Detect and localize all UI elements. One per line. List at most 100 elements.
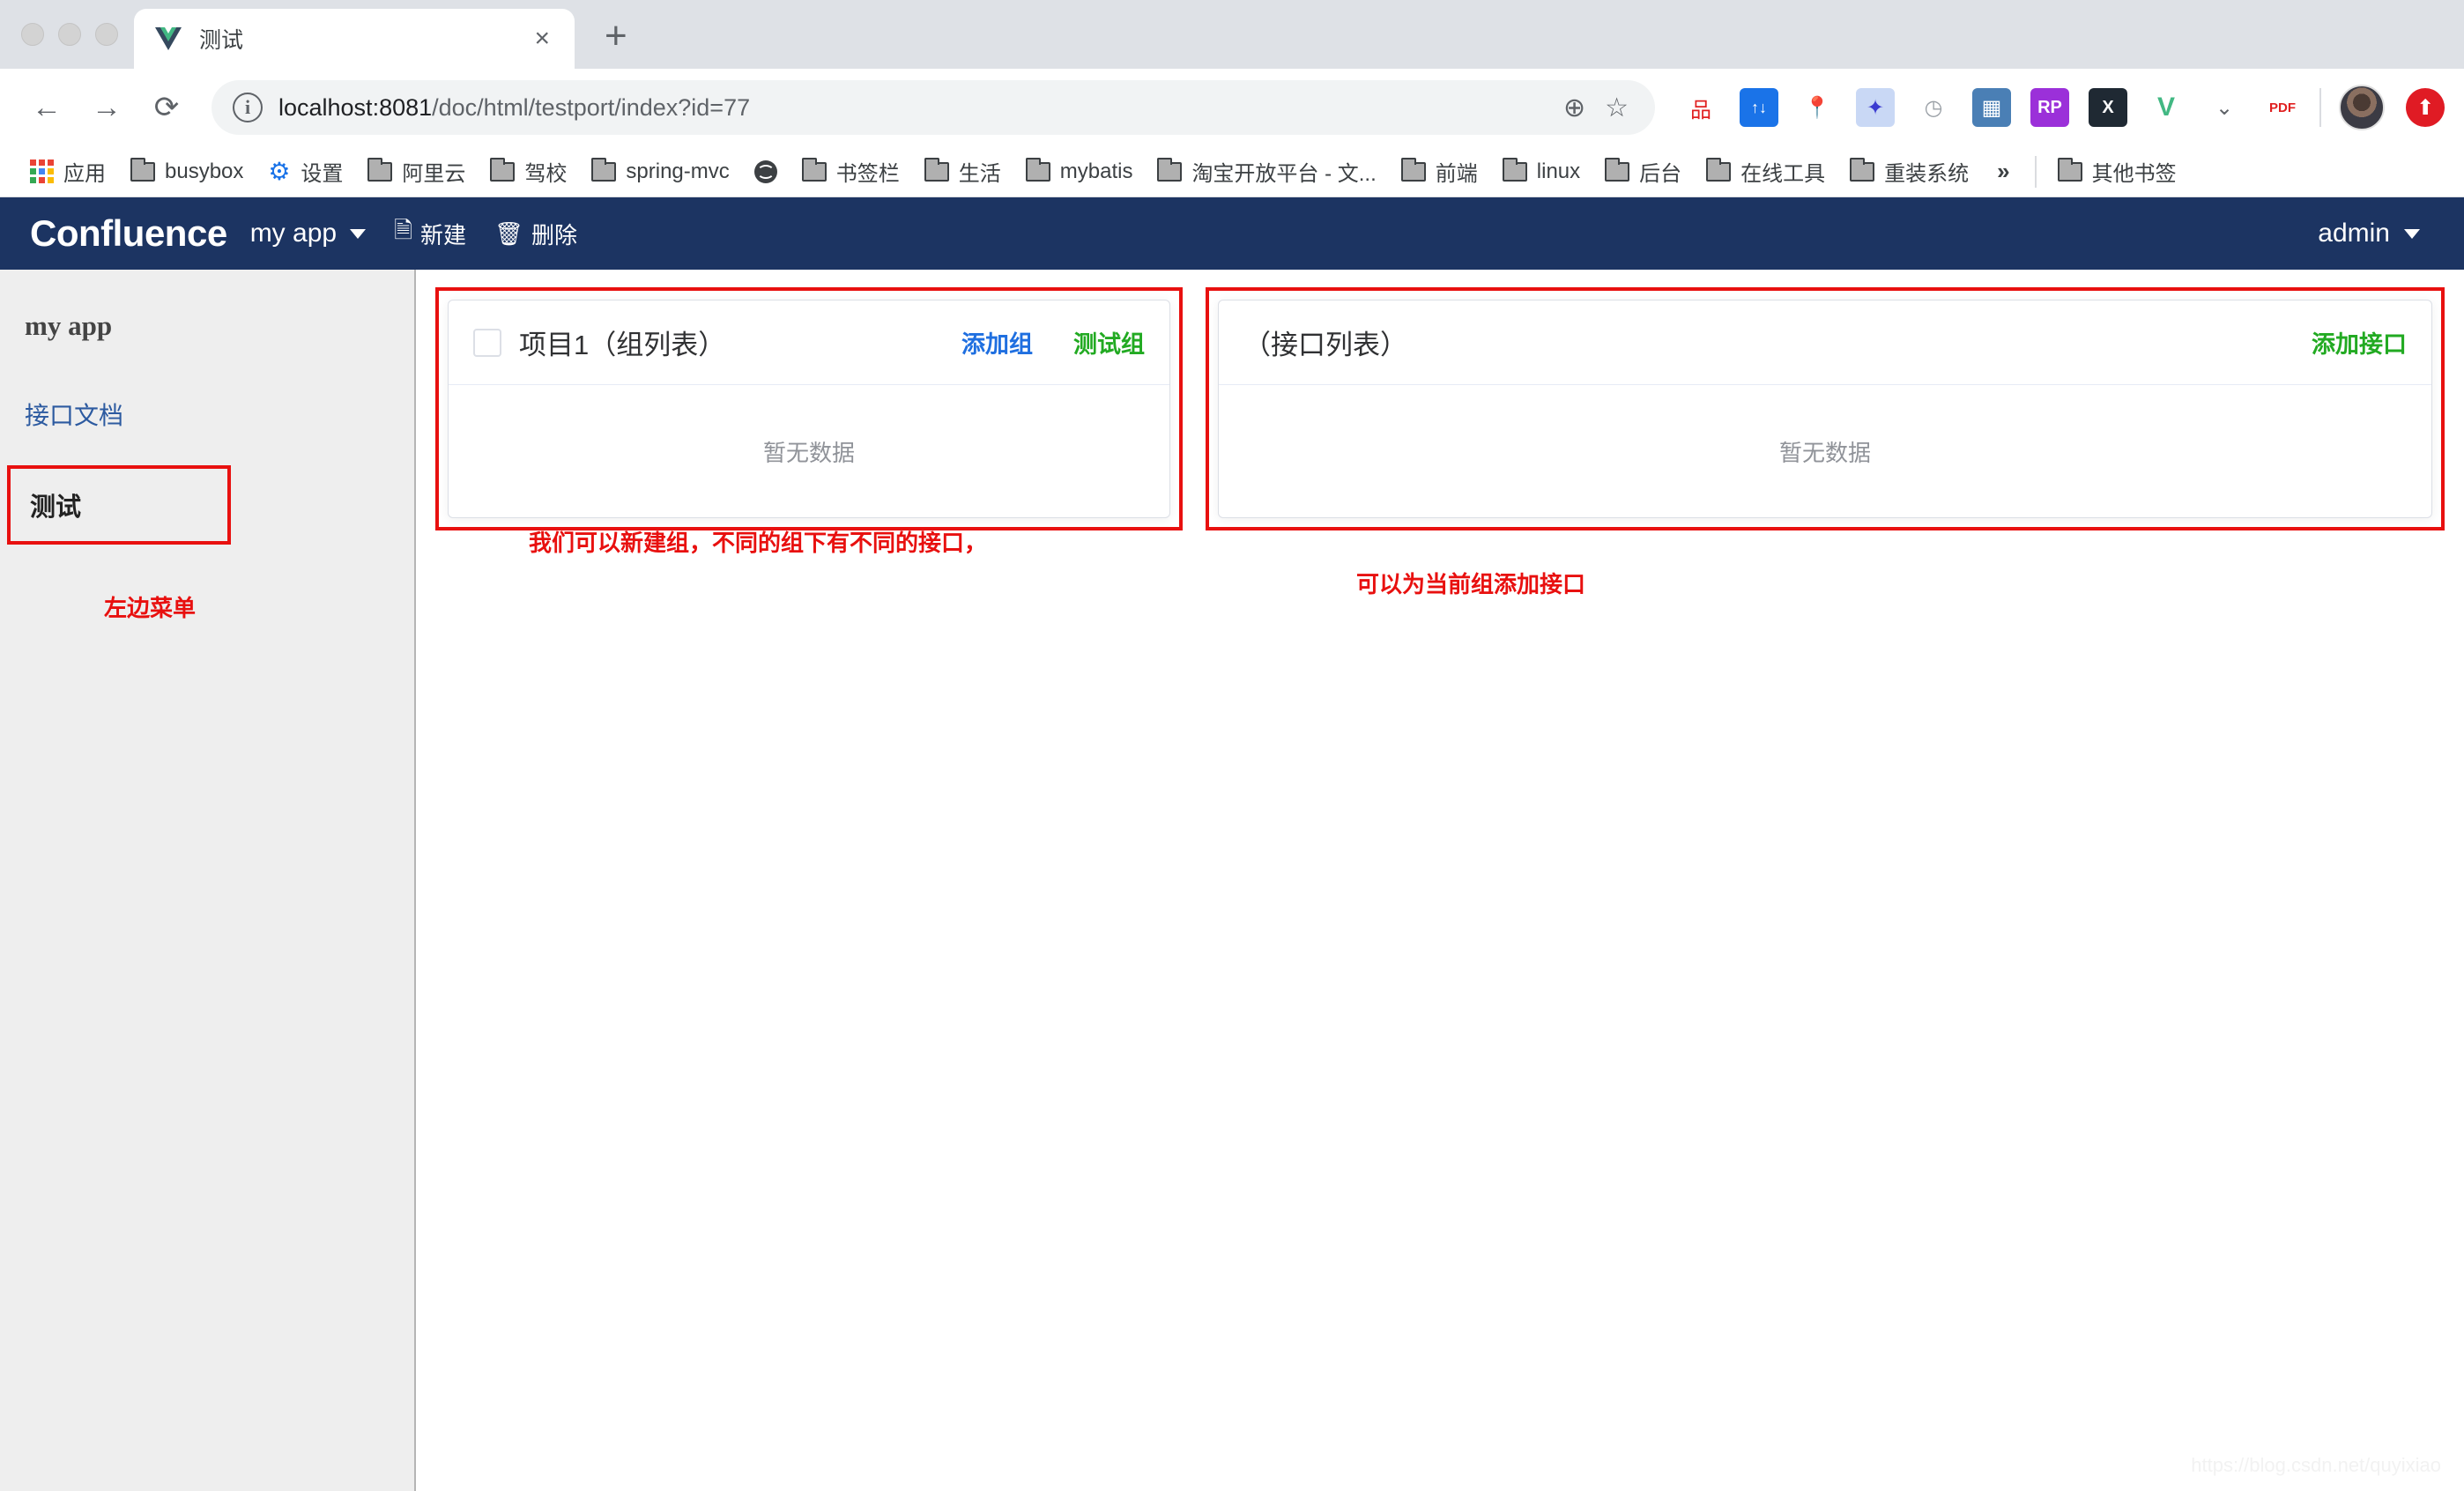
- minimize-window-button[interactable]: [58, 23, 81, 46]
- user-menu[interactable]: admin: [2318, 219, 2434, 248]
- gear-icon: ⚙: [268, 157, 291, 185]
- vue-logo-icon: [153, 24, 183, 54]
- user-avatar[interactable]: [2339, 85, 2385, 130]
- api-list-card: （接口列表） 添加接口 暂无数据: [1218, 300, 2432, 518]
- bookmark-label: 驾校: [524, 162, 568, 186]
- address-bar[interactable]: i localhost:8081/doc/html/testport/index…: [212, 80, 1655, 135]
- add-api-button[interactable]: 添加接口: [2289, 325, 2407, 360]
- site-info-icon[interactable]: i: [233, 93, 263, 122]
- api-card-header: （接口列表） 添加接口: [1219, 300, 2431, 385]
- bookmark-item[interactable]: 前端: [1389, 152, 1490, 192]
- bookmark-label: 应用: [63, 162, 106, 186]
- blue-bird-extension-icon[interactable]: ✦: [1856, 88, 1895, 127]
- bookmark-item[interactable]: 在线工具: [1694, 152, 1837, 192]
- reload-button[interactable]: ⟳: [139, 80, 194, 135]
- bookmark-item[interactable]: 重装系统: [1837, 152, 1981, 192]
- bookmark-label: spring-mvc: [626, 159, 730, 183]
- api-panel-highlight: （接口列表） 添加接口 暂无数据: [1206, 287, 2445, 530]
- sidebar-item-test-highlight[interactable]: 测试: [7, 465, 231, 545]
- other-bookmarks-folder[interactable]: 其他书签: [2045, 152, 2189, 192]
- axure-rp-extension-icon[interactable]: RP: [2030, 88, 2069, 127]
- main-content: 项目1（组列表） 添加组 测试组 暂无数据 （接口列表） 添加接口 暂无数据 我…: [416, 270, 2464, 1491]
- bookmark-item[interactable]: 后台: [1592, 152, 1694, 192]
- folder-icon: [490, 157, 516, 182]
- new-button[interactable]: 🗎 新建: [380, 197, 480, 270]
- bookmark-item[interactable]: 书签栏: [790, 152, 912, 192]
- folder-icon: [1400, 157, 1426, 182]
- globe-icon: [753, 159, 777, 183]
- bookmarks-divider: [2034, 155, 2037, 188]
- location-pin-extension-icon[interactable]: 📍: [1798, 88, 1837, 127]
- browser-toolbar: ← → ⟳ i localhost:8081/doc/html/testport…: [0, 69, 2464, 146]
- add-group-button[interactable]: 添加组: [939, 325, 1033, 360]
- bookmark-item[interactable]: ⚙ 设置: [256, 152, 355, 192]
- speed-gauge-extension-icon[interactable]: ◷: [1914, 88, 1953, 127]
- app-body: my app 接口文档 测试 左边菜单 项目1（组列表） 添加组 测试组 暂无数…: [0, 270, 2464, 1491]
- api-annotation: 可以为当前组添加接口: [1356, 571, 1586, 597]
- app-menu-dropdown[interactable]: my app: [227, 197, 380, 270]
- window-controls[interactable]: [12, 0, 134, 69]
- pocket-extension-icon[interactable]: ⌄: [2205, 88, 2244, 127]
- app-navbar: Confluence my app 🗎 新建 🗑 删除 admin: [0, 197, 2464, 270]
- bookmark-label: 后台: [1639, 162, 1682, 186]
- url-text: localhost:8081/doc/html/testport/index?i…: [278, 94, 750, 122]
- folder-icon: [1025, 157, 1050, 182]
- bookmark-item[interactable]: 阿里云: [355, 152, 478, 192]
- bookmark-label: 设置: [301, 162, 344, 186]
- trash-icon: 🗑: [494, 219, 524, 247]
- chevron-down-icon: [2404, 228, 2420, 239]
- back-button[interactable]: ←: [19, 80, 74, 135]
- group-annotation: 我们可以新建组，不同的组下有不同的接口，: [529, 530, 988, 556]
- image-viewer-extension-icon[interactable]: ▦: [1972, 88, 2011, 127]
- bookmark-item[interactable]: busybox: [118, 152, 256, 192]
- bookmark-star-icon[interactable]: ☆: [1605, 93, 1629, 123]
- bookmarks-overflow-icon[interactable]: »: [1981, 158, 2025, 185]
- select-all-groups-checkbox[interactable]: [473, 328, 501, 357]
- browser-tab[interactable]: 测试 ×: [134, 9, 575, 69]
- delete-button[interactable]: 🗑 删除: [480, 197, 591, 270]
- new-tab-button[interactable]: +: [605, 14, 627, 58]
- sidebar-item-api-doc[interactable]: 接口文档: [0, 397, 414, 432]
- extension-toolbar: 品 ↑↓ 📍 ✦ ◷ ▦ RP X V ⌄ PDF: [1673, 88, 2302, 127]
- app-menu-label: my app: [249, 219, 338, 248]
- tab-strip: 测试 × +: [0, 0, 2464, 69]
- maximize-window-button[interactable]: [95, 23, 118, 46]
- close-window-button[interactable]: [21, 23, 44, 46]
- folder-icon: [130, 157, 155, 182]
- new-button-label: 新建: [419, 221, 466, 248]
- x-extension-icon[interactable]: X: [2089, 88, 2127, 127]
- group-card-body: 暂无数据: [449, 385, 1169, 517]
- bookmark-item[interactable]: 应用: [18, 152, 118, 192]
- apps-grid-icon: [30, 159, 54, 183]
- sidebar-item-label: 测试: [30, 493, 82, 522]
- folder-icon: [1502, 157, 1527, 182]
- group-list-card: 项目1（组列表） 添加组 测试组 暂无数据: [448, 300, 1170, 518]
- bookmark-label: 重装系统: [1884, 162, 1970, 186]
- bookmark-item[interactable]: 生活: [912, 152, 1013, 192]
- bookmark-item[interactable]: 淘宝开放平台 - 文...: [1145, 152, 1388, 192]
- zoom-icon[interactable]: ⊕: [1563, 93, 1585, 123]
- bookmark-item[interactable]: mybatis: [1013, 152, 1146, 192]
- upload-arrow-extension-icon[interactable]: ⬆: [2406, 88, 2445, 127]
- user-menu-label: admin: [2318, 219, 2390, 248]
- pdf-js-extension-icon[interactable]: PDF: [2263, 88, 2302, 127]
- toolbar-divider: [2319, 88, 2321, 127]
- folder-icon: [924, 157, 949, 182]
- bookmark-item[interactable]: 驾校: [478, 152, 579, 192]
- ex-uploader-extension-icon[interactable]: ↑↓: [1740, 88, 1778, 127]
- sidebar-annotation: 左边菜单: [103, 595, 196, 621]
- api-card-body: 暂无数据: [1219, 385, 2431, 517]
- bookmark-item[interactable]: [742, 152, 790, 192]
- bookmark-item[interactable]: spring-mvc: [579, 152, 741, 192]
- bookmark-label: 前端: [1435, 162, 1478, 186]
- test-group-button[interactable]: 测试组: [1050, 325, 1145, 360]
- app-brand[interactable]: Confluence: [30, 212, 227, 255]
- confluence-app: Confluence my app 🗎 新建 🗑 删除 admin my app: [0, 197, 2464, 1491]
- forward-button[interactable]: →: [79, 80, 134, 135]
- url-path: /doc/html/testport/index?id=77: [432, 93, 751, 121]
- bookmark-item[interactable]: linux: [1490, 152, 1592, 192]
- vue-devtools-extension-icon[interactable]: V: [2147, 88, 2186, 127]
- sitemap-extension-icon[interactable]: 品: [1681, 88, 1720, 127]
- folder-icon: [2057, 157, 2082, 182]
- close-tab-icon[interactable]: ×: [529, 26, 555, 52]
